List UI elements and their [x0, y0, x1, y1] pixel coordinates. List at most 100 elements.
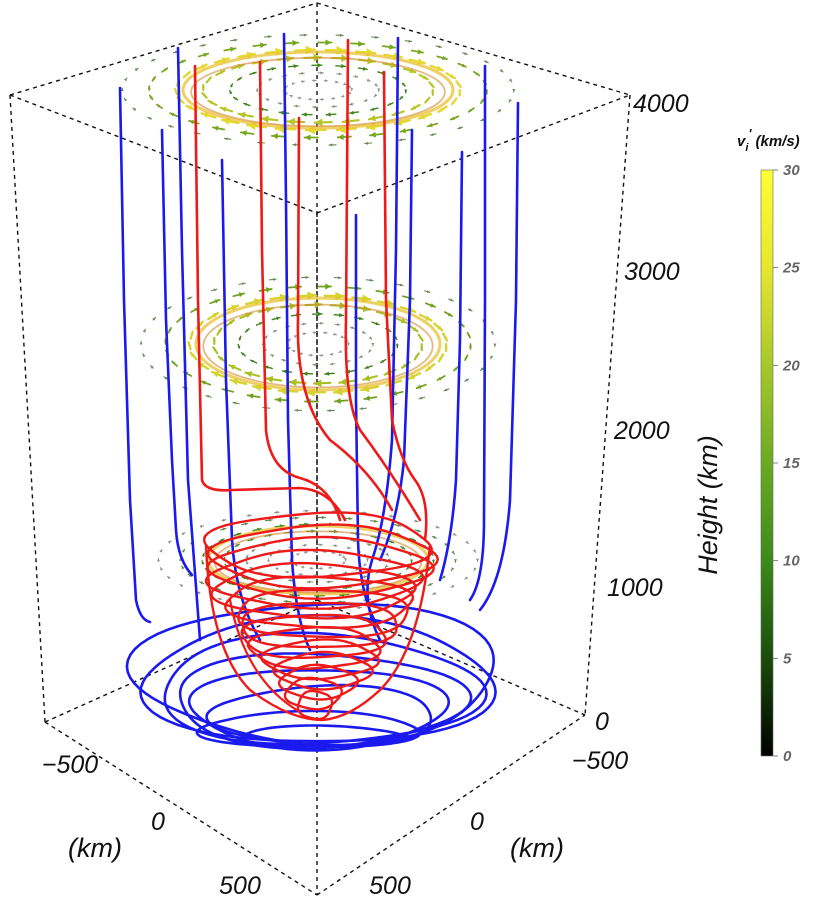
velocity-arrow: [432, 591, 437, 595]
velocity-arrow: [441, 575, 446, 579]
box-edge: [316, 94, 631, 214]
velocity-ring: [194, 296, 442, 392]
velocity-arrow: [220, 527, 227, 531]
velocity-arrow: [317, 71, 324, 75]
velocity-arrow: [364, 365, 373, 370]
velocity-arrow: [334, 323, 341, 327]
velocity-arrow: [452, 532, 457, 536]
velocity-arrow: [472, 549, 477, 553]
velocity-arrow: [366, 558, 369, 562]
velocity-arrow: [242, 102, 251, 107]
velocity-arrow: [437, 353, 445, 363]
velocity-arrow: [159, 567, 164, 571]
velocity-arrow: [451, 550, 455, 555]
velocity-arrow: [197, 52, 210, 58]
velocity-arrow: [427, 582, 433, 587]
velocity-arrow: [229, 89, 233, 95]
velocity-arrow: [168, 125, 174, 128]
velocity-arrow: [306, 580, 314, 584]
velocity-arrow: [341, 555, 346, 559]
velocity-arrow: [336, 133, 352, 141]
velocity-arrow: [335, 63, 347, 69]
velocity-arrow: [297, 96, 302, 100]
plot-canvas: 01000200030004000Height (km)−5000500(km)…: [9, 2, 800, 900]
velocity-arrow: [418, 396, 426, 400]
x-tick-label: 500: [219, 872, 261, 900]
velocity-arrow: [332, 332, 338, 336]
velocity-arrow: [317, 515, 326, 520]
velocity-arrow: [318, 566, 324, 570]
velocity-arrow: [300, 80, 306, 84]
velocity-arrow: [246, 393, 261, 399]
velocity-arrow: [328, 143, 337, 147]
x-axis-label: (km): [68, 833, 122, 863]
velocity-arrow: [464, 378, 469, 382]
velocity-arrow: [329, 352, 334, 356]
velocity-arrow: [479, 98, 485, 104]
velocity-arrow: [324, 371, 335, 376]
velocity-arrow: [469, 343, 472, 350]
velocity-arrow: [327, 565, 333, 569]
velocity-arrow: [429, 133, 437, 137]
bounding-box: [9, 2, 631, 896]
velocity-arrow: [176, 316, 183, 323]
velocity-arrow: [283, 599, 292, 604]
velocity-arrow: [201, 560, 205, 565]
velocity-arrow: [212, 125, 226, 131]
velocity-arrow: [346, 546, 352, 550]
velocity-arrow: [181, 548, 186, 553]
velocity-arrow: [334, 398, 349, 404]
velocity-arrow: [296, 553, 300, 557]
velocity-arrow: [237, 343, 241, 349]
velocity-arrow: [223, 46, 237, 52]
velocity-arrow: [217, 597, 223, 601]
velocity-arrow: [212, 336, 216, 346]
velocity-arrow: [368, 349, 372, 353]
velocity-arrow: [408, 324, 419, 333]
colorbar-tick-label: 15: [783, 455, 800, 472]
velocity-arrow: [508, 78, 513, 83]
velocity-arrow: [448, 298, 454, 302]
velocity-arrow: [347, 342, 350, 346]
velocity-arrow: [132, 107, 137, 112]
velocity-arrow: [216, 327, 223, 336]
velocity-arrow: [454, 559, 457, 563]
velocity-arrow: [367, 114, 385, 122]
velocity-arrow: [335, 33, 344, 37]
velocity-arrow: [396, 283, 404, 287]
box-edge: [584, 94, 631, 716]
velocity-arrow: [413, 519, 419, 523]
velocity-arrow: [139, 340, 143, 345]
velocity-arrow: [318, 353, 324, 357]
velocity-arrow: [260, 115, 279, 123]
velocity-arrow: [300, 565, 305, 569]
velocity-arrow: [371, 321, 380, 326]
velocity-arrow: [348, 102, 355, 106]
velocity-arrow: [476, 558, 479, 563]
z-tick-label: 2000: [613, 417, 670, 445]
velocity-arrow: [264, 375, 283, 383]
velocity-arrow: [366, 78, 371, 82]
velocity-arrow: [387, 102, 394, 106]
velocity-arrow: [363, 562, 367, 567]
velocity-arrow: [151, 76, 157, 82]
velocity-arrow: [464, 576, 469, 580]
streamline-blue: [160, 128, 194, 577]
velocity-arrow: [182, 70, 192, 79]
z-tick-label: 3000: [624, 258, 680, 286]
velocity-arrow: [455, 80, 462, 89]
velocity-arrow: [307, 97, 313, 101]
velocity-arrow: [377, 88, 381, 92]
velocity-arrow: [410, 49, 424, 55]
velocity-arrow: [338, 349, 343, 353]
velocity-arrow: [415, 383, 427, 390]
velocity-arrow: [479, 367, 484, 372]
velocity-arrow: [384, 564, 389, 569]
velocity-arrow: [179, 584, 184, 588]
velocity-arrow: [205, 395, 212, 398]
velocity-arrow: [336, 72, 343, 76]
velocity-ring: [202, 303, 434, 389]
velocity-arrow: [308, 353, 314, 357]
streamline-blue: [468, 64, 487, 602]
velocity-arrow: [267, 558, 270, 562]
